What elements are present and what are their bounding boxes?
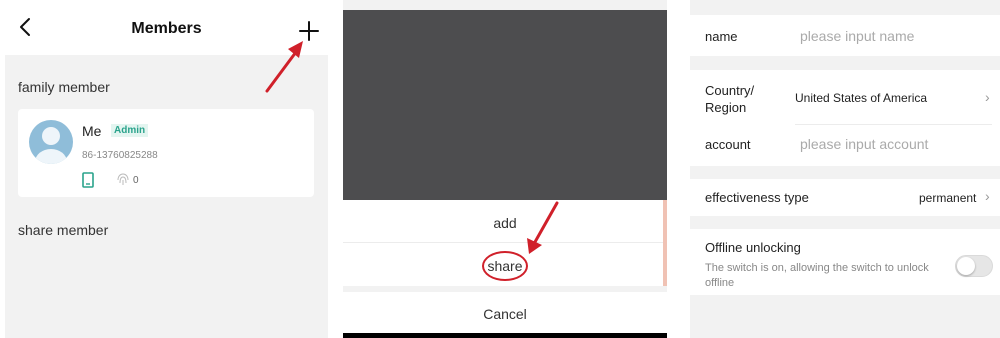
effectiveness-row[interactable]: effectiveness type permanent › [690, 179, 1000, 216]
share-highlight-circle [482, 251, 528, 281]
action-sheet-screen: add share Cancel [343, 0, 667, 338]
account-input[interactable]: please input account [800, 136, 928, 152]
name-label: name [705, 29, 738, 44]
divider [795, 124, 992, 125]
cancel-button[interactable]: Cancel [343, 292, 667, 333]
plus-icon[interactable] [297, 19, 321, 43]
offline-unlocking-label: Offline unlocking [705, 240, 801, 255]
country-region-label: Country/ Region [705, 83, 755, 115]
chevron-right-icon[interactable]: › [985, 188, 990, 204]
member-name: Me [82, 123, 102, 139]
account-label: account [705, 137, 751, 152]
name-input[interactable]: please input name [800, 28, 914, 44]
fingerprint-count: 0 [133, 175, 139, 186]
dim-overlay[interactable] [343, 10, 667, 200]
share-member-section-label: share member [18, 222, 109, 238]
offline-unlocking-description: The switch is on, allowing the switch to… [705, 262, 929, 289]
chevron-right-icon[interactable]: › [985, 89, 990, 105]
offline-unlocking-toggle[interactable] [955, 255, 993, 277]
family-member-section-label: family member [18, 79, 110, 95]
members-screen: Members family member Me Admin 86-137608… [5, 0, 328, 338]
phone-device-icon [82, 172, 94, 188]
page-title: Members [131, 20, 202, 37]
members-navbar: Members [5, 0, 328, 55]
effectiveness-label: effectiveness type [705, 190, 809, 205]
member-phone: 86-13760825288 [82, 150, 158, 161]
fingerprint-icon [117, 173, 129, 185]
avatar [29, 120, 73, 164]
admin-badge: Admin [111, 124, 149, 137]
name-row[interactable]: name please input name [690, 15, 1000, 56]
country-value[interactable]: United States of America [795, 91, 927, 105]
share-form-screen: name please input name Country/ Region U… [690, 0, 1000, 338]
add-option[interactable]: add [343, 200, 667, 243]
toggle-knob [957, 257, 975, 275]
scroll-edge [663, 200, 667, 286]
country-account-group: Country/ Region United States of America… [690, 70, 1000, 166]
bottom-bar [343, 333, 667, 338]
user-silhouette-icon [35, 127, 67, 164]
member-card[interactable]: Me Admin 86-13760825288 0 [18, 109, 314, 197]
effectiveness-value: permanent [919, 191, 977, 205]
